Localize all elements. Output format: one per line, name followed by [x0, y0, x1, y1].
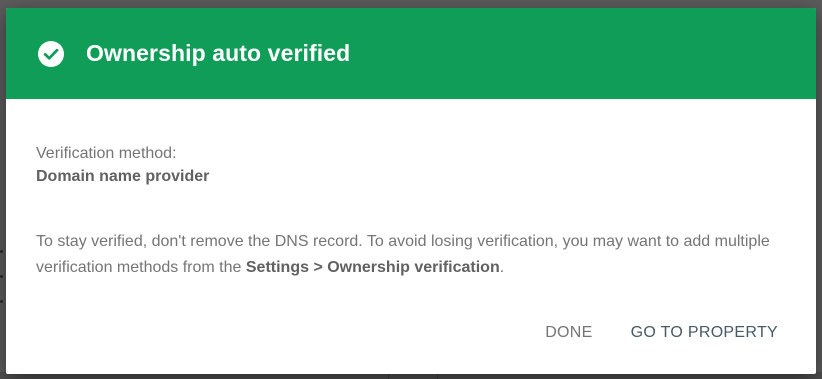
verification-method-label: Verification method:	[36, 145, 177, 162]
verification-info-text: To stay verified, don't remove the DNS r…	[36, 229, 786, 281]
info-text-suffix: .	[499, 259, 505, 276]
check-circle-icon	[38, 40, 64, 67]
dialog-header: Ownership auto verified	[6, 8, 816, 99]
dialog-title: Ownership auto verified	[86, 40, 351, 66]
go-to-property-button[interactable]: GO TO PROPERTY	[631, 324, 778, 342]
verification-method-value: Domain name provider	[36, 168, 210, 185]
dialog-actions: DONE GO TO PROPERTY	[545, 324, 778, 342]
settings-path-text: Settings > Ownership verification	[245, 259, 500, 276]
dialog-body: Verification method: Domain name provide…	[6, 99, 816, 281]
done-button[interactable]: DONE	[545, 324, 592, 342]
verification-dialog: Ownership auto verified Verification met…	[6, 8, 816, 374]
